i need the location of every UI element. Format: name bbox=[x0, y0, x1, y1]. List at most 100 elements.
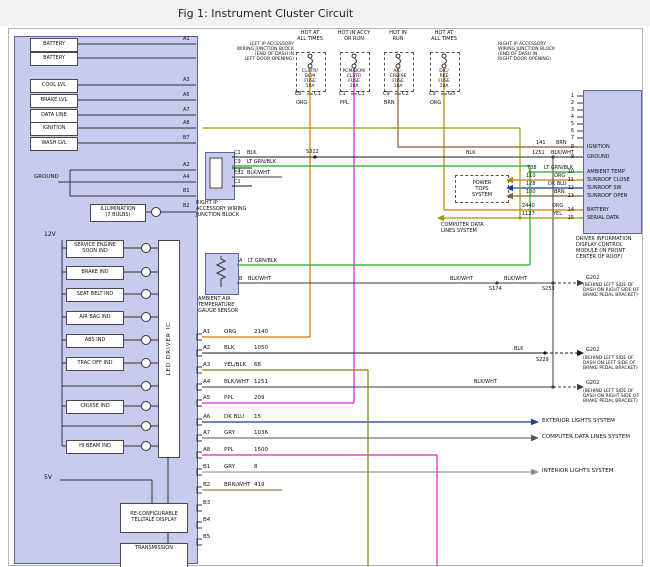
fuse-4-label: DIC/ RKE FUSE 10A bbox=[431, 69, 457, 89]
fuse-4-pin-a: C9 bbox=[429, 91, 436, 97]
telltale-display-box: RE-CONFIGURABLE TELLTALE DISPLAY bbox=[120, 503, 188, 533]
module-label-ambient-temp: AMBIENT TEMP bbox=[587, 169, 625, 175]
jb2-pin-c1: C1 bbox=[234, 150, 241, 156]
blkwht-label-2: BLK/WHT bbox=[504, 276, 527, 282]
splice-s322: S322 bbox=[306, 149, 319, 155]
wire-1251-color: BLK/WHT bbox=[551, 150, 574, 156]
sensor-pin-a: A bbox=[239, 258, 242, 264]
jb2-pin-c9: C9 bbox=[234, 159, 241, 165]
wire-100-num: 100 bbox=[526, 189, 536, 195]
conn-a6-color: DK BLU bbox=[224, 414, 244, 421]
wire-128-color: DK BLU bbox=[548, 181, 566, 187]
module-label-sunroof-close: SUNROOF CLOSE bbox=[587, 177, 630, 183]
ground-pin-2: A4 bbox=[183, 174, 190, 180]
computer-data-lines-label-2: COMPUTER DATA LINES SYSTEM bbox=[542, 434, 630, 441]
indicator-seat-belt: SEAT BELT IND bbox=[66, 288, 124, 302]
conn-a3-pin: A3 bbox=[203, 362, 210, 369]
conn-b1-pin: B1 bbox=[203, 464, 210, 471]
module-caption: DRIVER INFORMATION DISPLAY CONTROL MODUL… bbox=[576, 236, 646, 260]
conn-a5-color: PPL bbox=[224, 395, 234, 402]
fuse-4-pin-b: G3 bbox=[448, 91, 455, 97]
conn-a1-color: ORG bbox=[224, 329, 236, 336]
fuse-2-label: PCM/BCM/ CLSTR FUSE 10A bbox=[341, 69, 367, 89]
module-label-ignition: IGNITION bbox=[587, 144, 610, 150]
conn-a1-num: 2140 bbox=[254, 329, 268, 336]
indicator-hi-beam: HI BEAM IND bbox=[66, 440, 124, 454]
ground-pin-3: B1 bbox=[183, 188, 190, 194]
ground-g202-1-caption: (BEHIND LEFT SIDE OF DASH ON RIGHT SIDE … bbox=[583, 283, 647, 298]
module-pin-3: 3 bbox=[566, 107, 574, 113]
wire-2440-num: 2440 bbox=[522, 203, 535, 209]
wire-738-color: LT GRN/BLK bbox=[544, 165, 573, 171]
jb2-pin-c9-color: LT GRN/BLK bbox=[247, 159, 276, 165]
supply-header-1: HOT AT ALL TIMES bbox=[288, 30, 332, 42]
conn-a4-num: 1251 bbox=[254, 379, 268, 386]
indicator-air-bag: AIR BAG IND bbox=[66, 311, 124, 325]
wire-1127-num: 1127 bbox=[522, 211, 535, 217]
wire-110-color: ORG bbox=[554, 173, 565, 179]
conn-a8-num: 1500 bbox=[254, 447, 268, 454]
pin-a3: A3 bbox=[183, 77, 190, 83]
conn-b1-color: GRY bbox=[224, 464, 235, 471]
jb2-pin-c12-color: BLK/WHT bbox=[247, 170, 270, 176]
cluster-row-ignition: IGNITION bbox=[30, 122, 78, 136]
conn-a4-color: BLK/WHT bbox=[224, 379, 249, 386]
wire-100-color: BRN bbox=[554, 189, 565, 195]
jb2-pin-c1b: C1 bbox=[234, 179, 241, 185]
conn-a6-num: 15 bbox=[254, 414, 261, 421]
wire-1251-num: 1251 bbox=[532, 150, 545, 156]
conn-b1-num: 8 bbox=[254, 464, 258, 471]
ground-g202-3-caption: (BEHIND LEFT SIDE OF DASH ON RIGHT SIDE … bbox=[583, 389, 647, 404]
fuse-symbols bbox=[308, 54, 447, 68]
fuse-1-label: CLSTR/ BCM FUSE 10A bbox=[297, 69, 323, 89]
indicator-service-engine: SERVICE ENGINE SOON IND bbox=[66, 240, 124, 258]
indicator-abs: ABS IND bbox=[66, 334, 124, 348]
interior-lights-system-label: INTERIOR LIGHTS SYSTEM bbox=[542, 468, 614, 475]
conn-b2-color: BRN/WHT bbox=[224, 482, 251, 489]
supply-header-2: HOT IN ACCY OR RUN bbox=[332, 30, 376, 42]
sensor-pin-a-color: LT GRN/BLK bbox=[248, 258, 277, 264]
fuse-2-pin-b: C1 bbox=[358, 91, 365, 97]
conn-b2-num: 419 bbox=[254, 482, 265, 489]
computer-data-lines-label: COMPUTER DATA LINES SYSTEM bbox=[441, 222, 505, 234]
jb2-relay bbox=[210, 158, 222, 188]
conn-a2-pin: A2 bbox=[203, 345, 210, 352]
module-pin-14: 14 bbox=[564, 207, 574, 213]
conn-a2-num: 1050 bbox=[254, 345, 268, 352]
led-driver-label: LED DRIVER IC bbox=[166, 322, 172, 375]
conn-a6-pin: A6 bbox=[203, 414, 210, 421]
ground-pin-1: A2 bbox=[183, 162, 190, 168]
conn-a1-pin: A1 bbox=[203, 329, 210, 336]
pin-a7: A7 bbox=[183, 107, 190, 113]
exterior-lights-system-label: EXTERIOR LIGHTS SYSTEM bbox=[542, 418, 615, 425]
fuse-4-wire-color: ORG bbox=[430, 100, 441, 106]
conn-a5-num: 209 bbox=[254, 395, 265, 402]
module-pin-1: 1 bbox=[566, 93, 574, 99]
cluster-row-data-line: DATA LINE bbox=[30, 109, 78, 123]
conn-a7-pin: A7 bbox=[203, 430, 210, 437]
indicator-trac-off: TRAC OFF IND bbox=[66, 357, 124, 371]
transmission-box: TRANSMISSION bbox=[120, 543, 188, 567]
module-label-battery: BATTERY bbox=[587, 207, 609, 213]
jb2-pin-c1-color: BLK bbox=[247, 150, 257, 156]
module-label-serial-data: SERIAL DATA bbox=[587, 215, 619, 221]
splice-s253: S253 bbox=[542, 286, 555, 292]
wire-1127-color: YEL bbox=[553, 211, 562, 217]
conn-a2-color: BLK bbox=[224, 345, 234, 352]
sensor-pin-b: B bbox=[239, 276, 242, 282]
conn-a5-pin: A5 bbox=[203, 395, 210, 402]
illumination-pin: B2 bbox=[183, 203, 190, 209]
indicator-cruise: CRUISE IND bbox=[66, 400, 124, 414]
conn-a8-color: PPL bbox=[224, 447, 234, 454]
module-pin-15: 15 bbox=[564, 215, 574, 221]
module-label-ground: GROUND bbox=[587, 154, 610, 160]
fuse-3-pin-b: C2 bbox=[402, 91, 409, 97]
fuse-1-pin-b: C1 bbox=[314, 91, 321, 97]
module-label-sunroof-sw: SUNROOF SW bbox=[587, 185, 622, 191]
wire-blk-label: BLK bbox=[466, 150, 476, 156]
conn-b2-pin: B2 bbox=[203, 482, 210, 489]
conn-b3-pin: B3 bbox=[203, 500, 210, 507]
ground-label: GROUND bbox=[34, 174, 59, 181]
ground-g202-2-caption: (BEHIND LEFT SIDE OF DASH ON LEFT SIDE O… bbox=[583, 356, 647, 371]
power-tops-system-box: POWER TOPS SYSTEM bbox=[455, 175, 509, 203]
